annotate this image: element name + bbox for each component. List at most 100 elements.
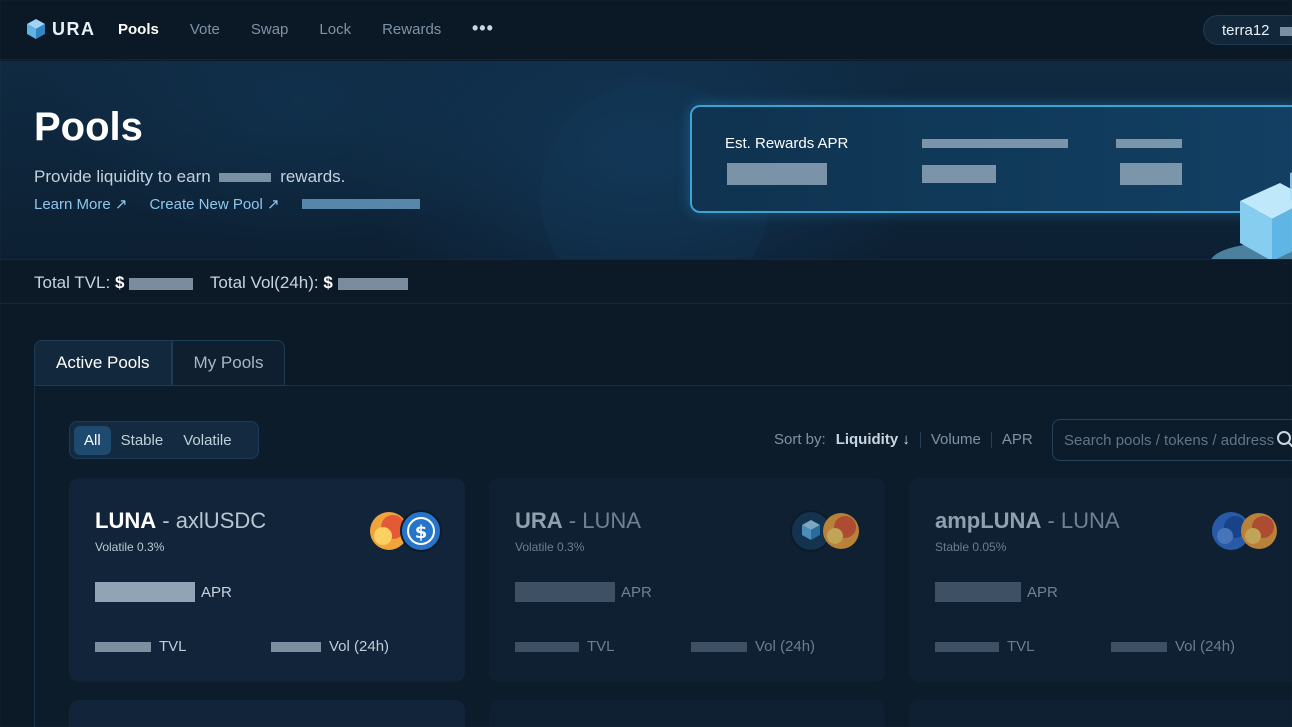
pool-card[interactable]: ampLUNA - LUNA Stable 0.05% APR TVL Vol … [909, 478, 1292, 682]
hero-links: Learn More ↗ Create New Pool ↗ [34, 195, 420, 213]
pool-card-partial[interactable] [909, 700, 1292, 727]
sort-controls: Sort by: Liquidity ↓ Volume APR [774, 431, 1033, 448]
nav-link-rewards[interactable]: Rewards [382, 21, 441, 38]
apr-label: APR [621, 583, 652, 601]
vol-currency: $ [323, 273, 333, 292]
hero-subtitle-end: rewards. [280, 167, 346, 186]
tvl-label: TVL [587, 638, 615, 655]
wallet-address: terra12 [1222, 22, 1270, 39]
sort-liquidity[interactable]: Liquidity ↓ [836, 431, 910, 448]
tvl-value-redacted [935, 641, 999, 652]
hero-subtitle-start: Provide liquidity to earn [34, 167, 211, 186]
ura-logo[interactable]: URA [26, 18, 96, 40]
search-input[interactable] [1052, 419, 1292, 461]
sort-divider [919, 431, 921, 448]
wallet-button[interactable]: terra12 [1203, 15, 1292, 45]
volume-value-redacted [691, 641, 747, 652]
pool-card[interactable]: LUNA - axlUSDC Volatile 0.3% $ APR TVL V… [69, 478, 465, 682]
create-pool-link[interactable]: Create New Pool ↗ [149, 195, 279, 213]
apr-value-redacted [727, 163, 827, 185]
pool-type: Stable 0.05% [935, 540, 1007, 554]
pool-tabs: Active Pools My Pools [34, 340, 286, 386]
hero-section: Pools Provide liquidity to earn rewards.… [0, 61, 1292, 259]
sort-apr[interactable]: APR [1002, 431, 1033, 448]
nav-links: Pools Vote Swap Lock Rewards [118, 21, 472, 38]
tvl-currency: $ [114, 273, 125, 292]
nav-link-pools[interactable]: Pools [118, 21, 159, 38]
nav-link-lock[interactable]: Lock [319, 21, 351, 38]
volume-label: Vol (24h) [329, 638, 390, 655]
stat-label-redacted [922, 139, 1068, 148]
apr-value-redacted [935, 582, 1021, 602]
stat-value-redacted [922, 165, 996, 183]
nav-link-vote[interactable]: Vote [190, 21, 220, 38]
pool-type-filter: All Stable Volatile [69, 421, 259, 459]
tab-active-pools[interactable]: Active Pools [34, 340, 172, 386]
apr-label: APR [1027, 583, 1058, 601]
token-pair-icons [1212, 512, 1277, 550]
pool-quote-token: LUNA [582, 508, 641, 533]
usdc-icon: $ [400, 510, 442, 552]
pool-card-partial[interactable] [69, 700, 465, 727]
hero-subtitle: Provide liquidity to earn rewards. [34, 167, 345, 187]
pool-pair: ampLUNA - LUNA [935, 508, 1120, 533]
stat-value-redacted [1120, 163, 1182, 185]
filter-volatile[interactable]: Volatile [173, 426, 241, 455]
total-tvl-label: Total TVL: [34, 273, 111, 292]
volume-value-redacted [1111, 641, 1167, 652]
stat-label-redacted [1116, 139, 1182, 148]
token-name-redacted [219, 173, 272, 183]
svg-text:$: $ [415, 522, 428, 543]
tvl-label: TVL [159, 638, 187, 655]
pool-base-token: LUNA [95, 508, 157, 533]
volume-label: Vol (24h) [1175, 638, 1236, 655]
more-menu-icon[interactable]: ••• [472, 18, 494, 39]
apr-value-redacted [95, 582, 195, 602]
tvl-value-redacted [95, 641, 151, 652]
tab-my-pools[interactable]: My Pools [171, 340, 286, 386]
pool-base-token: ampLUNA [935, 508, 1042, 533]
page-title: Pools [34, 105, 143, 149]
token-pair-icons [790, 510, 859, 552]
apr-value-redacted [515, 582, 615, 602]
learn-more-link[interactable]: Learn More ↗ [34, 195, 127, 213]
pool-type: Volatile 0.3% [515, 540, 585, 554]
redacted-link[interactable] [301, 199, 420, 209]
apr-label: APR [201, 583, 232, 601]
pool-apr: APR [95, 582, 232, 602]
filter-all[interactable]: All [74, 425, 111, 455]
luna-icon [823, 513, 859, 549]
wallet-address-redacted [1279, 26, 1292, 36]
sort-label: Sort by: [774, 431, 826, 448]
sort-divider [990, 431, 992, 448]
total-volume-value-redacted [337, 277, 408, 290]
volume-label: Vol (24h) [755, 638, 816, 655]
pool-quote-token: LUNA [1060, 508, 1120, 533]
pool-card-partial[interactable] [489, 700, 885, 727]
apr-card-label: Est. Rewards APR [725, 135, 849, 152]
total-volume-label: Total Vol(24h): [209, 273, 319, 292]
total-tvl-value-redacted [129, 277, 194, 290]
pool-type: Volatile 0.3% [95, 540, 165, 554]
pool-apr: APR [515, 582, 652, 602]
search-icon[interactable] [1276, 430, 1292, 450]
pool-quote-token: axlUSDC [175, 508, 267, 533]
pool-pair: URA - LUNA [515, 508, 641, 533]
volume-value-redacted [271, 641, 321, 652]
ura-cube-icon [27, 19, 45, 39]
pool-apr: APR [935, 582, 1058, 602]
pool-base-token: URA [515, 508, 563, 533]
tvl-value-redacted [515, 641, 579, 652]
logo-text: URA [52, 18, 96, 39]
sort-volume[interactable]: Volume [931, 431, 981, 448]
pool-pair: LUNA - axlUSDC [95, 508, 267, 533]
top-nav: URA Pools Vote Swap Lock Rewards ••• ter… [0, 0, 1292, 60]
tvl-label: TVL [1007, 638, 1035, 655]
ice-cube-illustration [1211, 172, 1292, 259]
nav-link-swap[interactable]: Swap [251, 21, 289, 38]
pool-card[interactable]: URA - LUNA Volatile 0.3% APR TVL Vol (24… [489, 478, 885, 682]
token-pair-icons: $ [370, 510, 442, 552]
filter-stable[interactable]: Stable [111, 426, 174, 455]
stats-bar: Total TVL: $ Total Vol(24h): $ [0, 259, 1292, 304]
luna-icon [1241, 513, 1277, 549]
